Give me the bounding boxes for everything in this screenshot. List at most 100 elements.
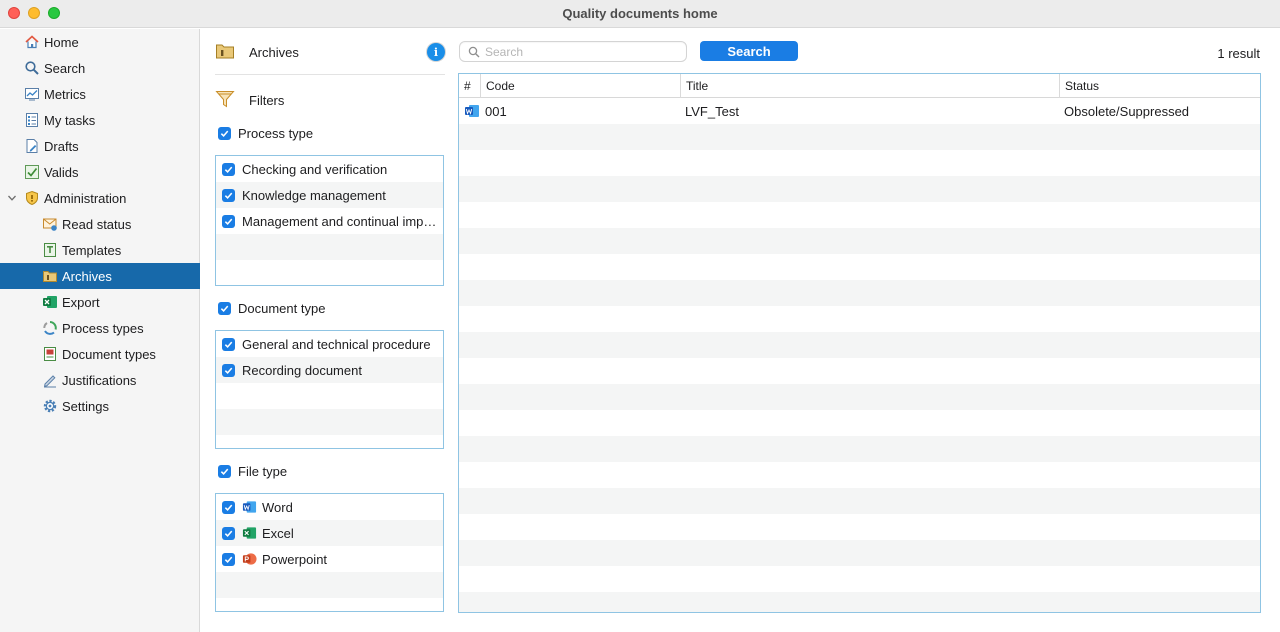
sidebar-item-settings[interactable]: Settings bbox=[0, 393, 200, 419]
option-checkbox[interactable] bbox=[222, 500, 235, 514]
sidebar-item-label: Settings bbox=[62, 398, 109, 414]
sidebar-item-label: Read status bbox=[62, 216, 132, 232]
table-row-empty bbox=[459, 592, 1260, 612]
checkmark-icon bbox=[224, 530, 233, 537]
sidebar-item-label: Valids bbox=[44, 164, 79, 180]
checkbox-file-type[interactable] bbox=[218, 464, 231, 478]
sidebar-item-document-types[interactable]: Document types bbox=[0, 341, 200, 367]
filter-group-process-type[interactable]: Process type bbox=[218, 123, 313, 143]
checkmark-icon bbox=[224, 192, 233, 199]
filter-group-document-type[interactable]: Document type bbox=[218, 298, 325, 318]
sidebar-item-label: Document types bbox=[62, 346, 156, 362]
title-bar: Quality documents home bbox=[0, 0, 1280, 28]
sidebar-item-administration[interactable]: Administration bbox=[0, 185, 200, 211]
sidebar-item-label: Metrics bbox=[44, 86, 86, 102]
table-row-empty bbox=[459, 488, 1260, 514]
filter-option-label: Word bbox=[262, 499, 293, 515]
option-checkbox[interactable] bbox=[222, 188, 235, 202]
sidebar-item-process-types[interactable]: Process types bbox=[0, 315, 200, 341]
checkmark-icon bbox=[224, 218, 233, 225]
drafts-icon bbox=[24, 138, 40, 154]
close-window-button[interactable] bbox=[8, 7, 20, 19]
checkmark-icon bbox=[224, 166, 233, 173]
word-icon bbox=[242, 501, 257, 513]
search-input[interactable] bbox=[485, 44, 675, 59]
gear-icon bbox=[42, 398, 58, 414]
tasks-icon bbox=[24, 112, 40, 128]
filter-option[interactable]: Excel bbox=[216, 520, 443, 546]
sidebar-item-drafts[interactable]: Drafts bbox=[0, 133, 200, 159]
option-checkbox[interactable] bbox=[222, 337, 235, 351]
search-field[interactable] bbox=[459, 41, 687, 62]
filter-group-label: Process type bbox=[238, 125, 314, 141]
empty-row bbox=[216, 435, 443, 448]
empty-row bbox=[216, 260, 443, 285]
column-header-title[interactable]: Title bbox=[681, 74, 1060, 98]
process-type-options-list: Checking and verification Knowledge mana… bbox=[215, 155, 444, 286]
table-row-empty bbox=[459, 202, 1260, 228]
sidebar-item-my-tasks[interactable]: My tasks bbox=[0, 107, 200, 133]
filter-option[interactable]: Powerpoint bbox=[216, 546, 443, 572]
filter-option[interactable]: Management and continual imp… bbox=[216, 208, 443, 234]
sidebar-item-templates[interactable]: Templates bbox=[0, 237, 200, 263]
table-row-empty bbox=[459, 228, 1260, 254]
zoom-window-button[interactable] bbox=[48, 7, 60, 19]
filter-option-label: Recording document bbox=[242, 362, 362, 378]
sidebar: Home Search Metrics My tasks Drafts Vali… bbox=[0, 29, 200, 632]
sidebar-item-justifications[interactable]: Justifications bbox=[0, 367, 200, 393]
filter-group-file-type[interactable]: File type bbox=[218, 461, 287, 481]
cell-title: LVF_Test bbox=[685, 103, 739, 119]
search-button[interactable]: Search bbox=[700, 41, 798, 61]
cell-code: 001 bbox=[485, 103, 507, 119]
sidebar-item-export[interactable]: Export bbox=[0, 289, 200, 315]
search-icon bbox=[468, 46, 480, 57]
option-checkbox[interactable] bbox=[222, 214, 235, 228]
checkmark-icon bbox=[224, 556, 233, 563]
empty-row bbox=[216, 572, 443, 598]
excel-icon bbox=[242, 527, 257, 539]
table-row[interactable]: 001 LVF_Test Obsolete/Suppressed bbox=[459, 98, 1260, 124]
sidebar-item-metrics[interactable]: Metrics bbox=[0, 81, 200, 107]
option-checkbox[interactable] bbox=[222, 526, 235, 540]
sidebar-item-search[interactable]: Search bbox=[0, 55, 200, 81]
filter-option[interactable]: General and technical procedure bbox=[216, 331, 443, 357]
table-row-empty bbox=[459, 462, 1260, 488]
main-content: Search 1 result # Code Title Status 001 … bbox=[450, 29, 1280, 632]
filter-option[interactable]: Word bbox=[216, 494, 443, 520]
valids-icon bbox=[24, 164, 40, 180]
filter-option[interactable]: Checking and verification bbox=[216, 156, 443, 182]
option-checkbox[interactable] bbox=[222, 552, 235, 566]
table-row-empty bbox=[459, 306, 1260, 332]
minimize-window-button[interactable] bbox=[28, 7, 40, 19]
sidebar-item-read-status[interactable]: Read status bbox=[0, 211, 200, 237]
cell-status: Obsolete/Suppressed bbox=[1064, 103, 1190, 119]
table-row-empty bbox=[459, 280, 1260, 306]
filter-option[interactable]: Knowledge management bbox=[216, 182, 443, 208]
table-row-empty bbox=[459, 566, 1260, 592]
column-header-number[interactable]: # bbox=[459, 74, 481, 98]
archive-folder-icon bbox=[42, 268, 58, 284]
info-button[interactable]: i bbox=[427, 43, 445, 61]
divider bbox=[215, 74, 445, 75]
checkbox-document-type[interactable] bbox=[218, 301, 231, 315]
column-header-code[interactable]: Code bbox=[481, 74, 681, 98]
table-row-empty bbox=[459, 124, 1260, 150]
chevron-down-icon[interactable] bbox=[7, 193, 17, 203]
column-header-status[interactable]: Status bbox=[1060, 74, 1260, 98]
empty-row bbox=[216, 409, 443, 435]
sidebar-item-home[interactable]: Home bbox=[0, 29, 200, 55]
sidebar-item-label: Administration bbox=[44, 190, 127, 206]
sidebar-item-valids[interactable]: Valids bbox=[0, 159, 200, 185]
powerpoint-icon bbox=[242, 553, 257, 565]
table-row-empty bbox=[459, 332, 1260, 358]
option-checkbox[interactable] bbox=[222, 363, 235, 377]
read-status-icon bbox=[42, 216, 58, 232]
file-type-options-list: Word Excel Powerpoint bbox=[215, 493, 444, 612]
funnel-icon bbox=[215, 89, 235, 112]
filter-option[interactable]: Recording document bbox=[216, 357, 443, 383]
table-row-empty bbox=[459, 410, 1260, 436]
sidebar-item-archives[interactable]: Archives bbox=[0, 263, 200, 289]
checkbox-process-type[interactable] bbox=[218, 126, 231, 140]
option-checkbox[interactable] bbox=[222, 162, 235, 176]
sidebar-item-label: Archives bbox=[62, 268, 112, 284]
